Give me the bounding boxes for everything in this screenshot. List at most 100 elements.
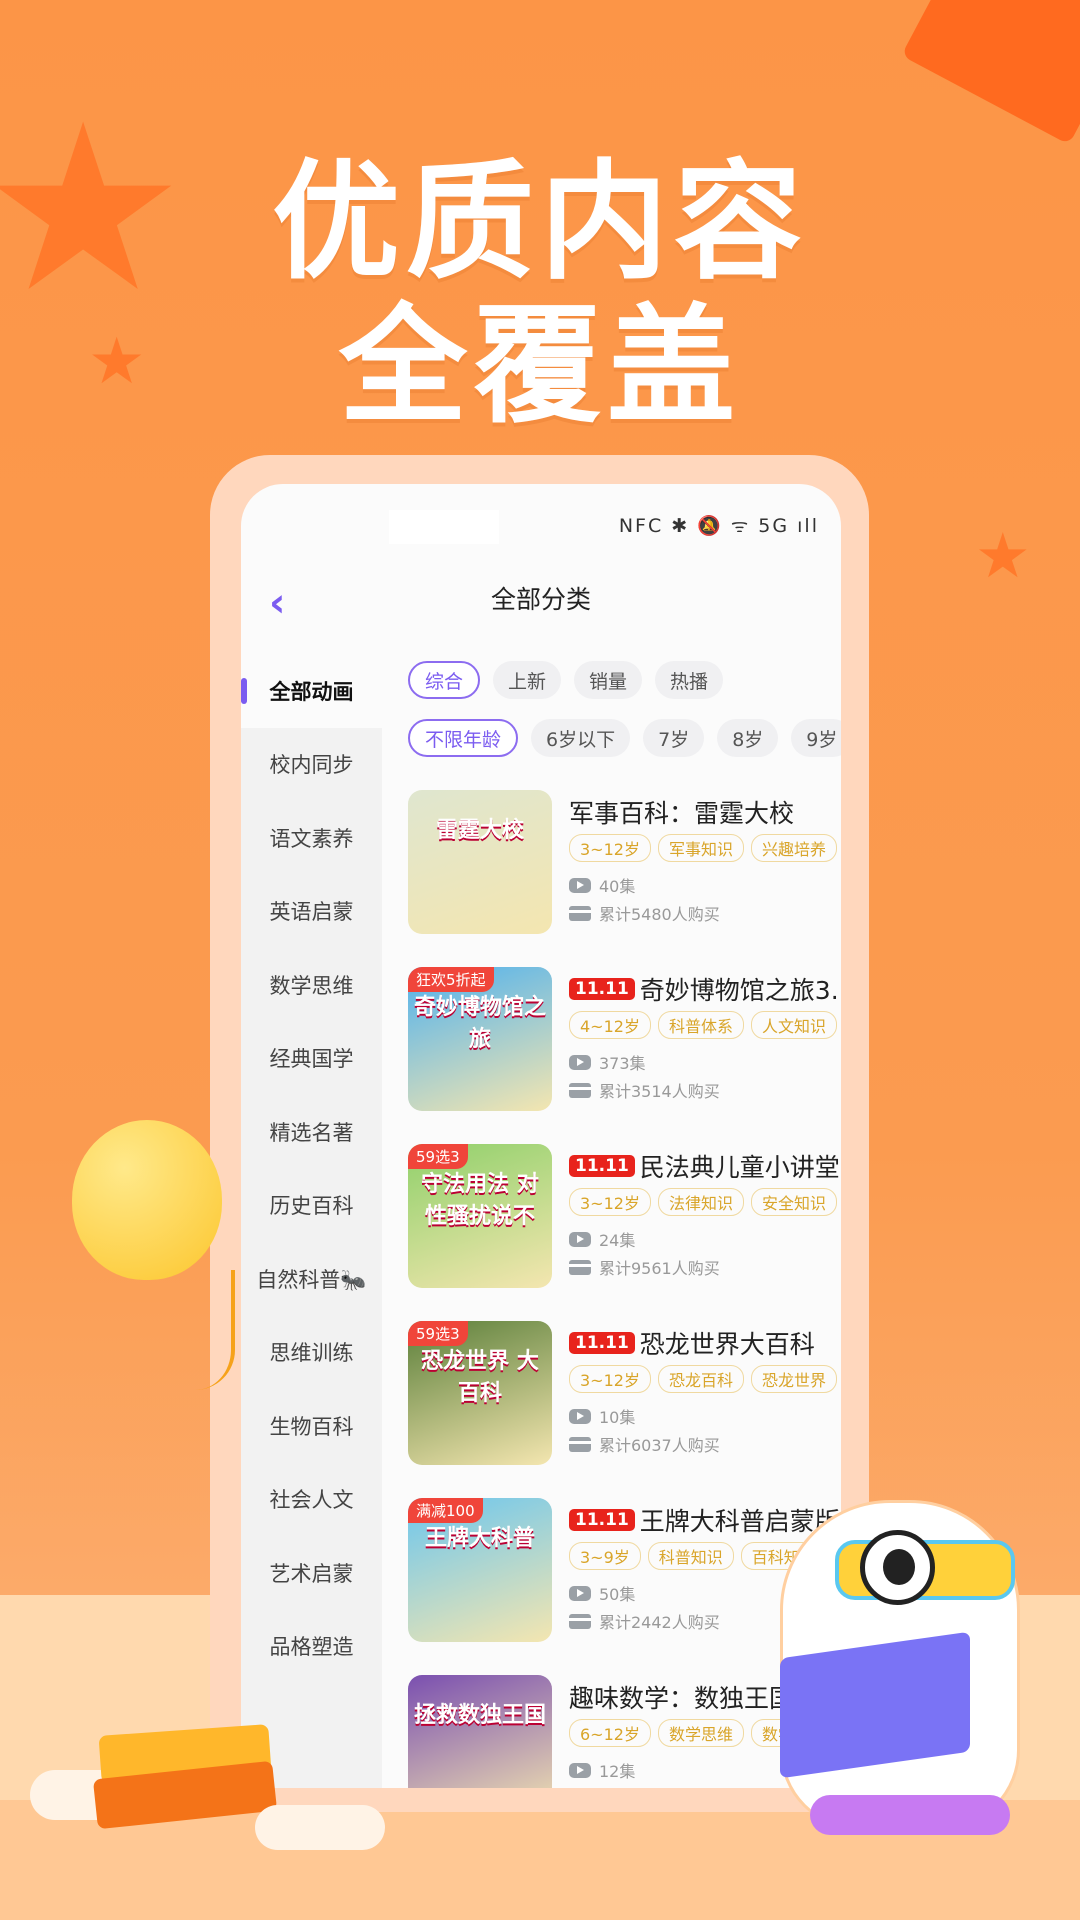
course-thumbnail[interactable]: 恐龙世界 大百科 59选3 [408, 1321, 552, 1465]
balloon-string [175, 1270, 235, 1390]
course-thumbnail[interactable]: 王牌大科普 满减100 [408, 1498, 552, 1642]
play-icon [569, 1054, 591, 1070]
sidebar-item[interactable]: 语文素养 [241, 801, 382, 875]
episode-count: 50集 [569, 1581, 635, 1605]
age-chip[interactable]: 不限年龄 [408, 719, 519, 757]
course-tag: 法律知识 [657, 1188, 744, 1216]
thumbnail-text: 雷霆大校 [435, 818, 524, 843]
cloud-decor [255, 1805, 385, 1850]
double-eleven-badge: 11.11 [569, 978, 635, 1000]
play-icon [569, 1762, 591, 1778]
sidebar-item[interactable]: 全部动画 [241, 654, 382, 728]
buyer-count: 累计6037人购买 [569, 1432, 720, 1456]
promo-badge: 满减100 [408, 1498, 483, 1523]
episode-count: 12集 [569, 1758, 635, 1782]
sidebar-item[interactable]: 数学思维 [241, 948, 382, 1022]
age-chip[interactable]: 6岁以下 [531, 719, 631, 757]
episode-text: 12集 [599, 1762, 636, 1781]
age-chip[interactable]: 8岁 [717, 719, 779, 757]
episode-text: 10集 [599, 1408, 636, 1427]
course-title: 11.11 奇妙博物馆之旅3... [569, 971, 841, 1007]
course-card[interactable]: 王牌大科普 满减100 11.11 王牌大科普启蒙版 3~9岁 科普知识 百科知识 50集 累计… [408, 1498, 841, 1648]
sidebar-item[interactable]: 自然科普🐜 [241, 1242, 382, 1316]
course-title-text: 军事百科：雷霆大校 [569, 799, 795, 828]
course-tag: 4~12岁 [569, 1011, 651, 1039]
buyer-text: 累计2442人购买 [599, 1613, 720, 1632]
sidebar-item[interactable]: 品格塑造 [241, 1610, 382, 1684]
course-thumbnail[interactable]: 奇妙博物馆之旅 狂欢5折起 [408, 967, 552, 1111]
status-bar-icons: NFC ✱ 🔕 ᯤ 5G ıll [618, 515, 819, 537]
episode-text: 373集 [599, 1054, 646, 1073]
course-tag: 科普知识 [647, 1542, 734, 1570]
course-tags: 3~12岁 法律知识 安全知识 [569, 1188, 837, 1216]
episode-count: 24集 [569, 1227, 635, 1251]
wallet-icon [569, 1082, 591, 1098]
sidebar-item[interactable]: 艺术启蒙 [241, 1536, 382, 1610]
course-card[interactable]: 拯救数独王国趣味数学：数独王国6~12岁数学思维数学启蒙12集 [408, 1675, 841, 1788]
course-tag: 数学思维 [657, 1719, 744, 1747]
wallet-icon [569, 1436, 591, 1452]
play-icon [569, 1231, 591, 1247]
play-icon [569, 877, 591, 893]
course-card[interactable]: 奇妙博物馆之旅 狂欢5折起 11.11 奇妙博物馆之旅3... 4~12岁 科普体系 人文知… [408, 967, 841, 1117]
sidebar-item[interactable]: 校内同步 [241, 728, 382, 802]
episode-text: 50集 [599, 1585, 636, 1604]
thumbnail-text: 奇妙博物馆之旅 [414, 995, 547, 1052]
course-thumbnail[interactable]: 拯救数独王国 [408, 1675, 552, 1788]
double-eleven-badge: 11.11 [569, 1332, 635, 1354]
age-chip[interactable]: 9岁 [791, 719, 841, 757]
course-title-text: 民法典儿童小讲堂 [639, 1153, 840, 1182]
wallet-icon [569, 1613, 591, 1629]
double-eleven-badge: 11.11 [569, 1155, 635, 1177]
sidebar-item[interactable]: 经典国学 [241, 1022, 382, 1096]
sort-chip[interactable]: 综合 [408, 661, 481, 699]
sidebar-item[interactable]: 社会人文 [241, 1463, 382, 1537]
age-chips: 不限年龄 6岁以下 7岁 8岁 9岁 [408, 719, 841, 757]
thumbnail-text: 守法用法 对性骚扰说不 [421, 1172, 539, 1229]
course-title: 11.11 民法典儿童小讲堂 [569, 1148, 841, 1184]
course-tag: 科普体系 [657, 1011, 744, 1039]
course-tag: 恐龙世界 [750, 1365, 837, 1393]
course-tag: 安全知识 [750, 1188, 837, 1216]
thumbnail-text: 恐龙世界 大百科 [421, 1349, 539, 1406]
course-card[interactable]: 雷霆大校 军事百科：雷霆大校 3~12岁 军事知识 兴趣培养 40集 累计5480人购买 [408, 790, 841, 940]
sidebar-item[interactable]: 精选名著 [241, 1095, 382, 1169]
course-title-text: 奇妙博物馆之旅3... [639, 976, 841, 1005]
course-tag: 军事知识 [657, 834, 744, 862]
sort-chip[interactable]: 销量 [574, 661, 643, 699]
promo-badge: 59选3 [408, 1144, 468, 1169]
promo-badge: 59选3 [408, 1321, 468, 1346]
episode-text: 40集 [599, 877, 636, 896]
sort-chip[interactable]: 上新 [493, 661, 562, 699]
course-tag: 兴趣培养 [750, 834, 837, 862]
course-tag: 3~12岁 [569, 1365, 651, 1393]
wallet-icon [569, 905, 591, 921]
hero-title-line2: 全覆盖 [338, 292, 741, 441]
course-card[interactable]: 守法用法 对性骚扰说不 59选3 11.11 民法典儿童小讲堂 3~12岁 法律知识 安全知… [408, 1144, 841, 1294]
category-sidebar: 全部动画 校内同步 语文素养 英语启蒙 数学思维 经典国学 精选名著 历史百科 自然科普🐜 思维训… [241, 654, 382, 1788]
robot-eye [860, 1530, 935, 1605]
age-chip[interactable]: 7岁 [643, 719, 705, 757]
camera-cutout [389, 510, 499, 544]
sidebar-item[interactable]: 历史百科 [241, 1169, 382, 1243]
course-thumbnail[interactable]: 雷霆大校 [408, 790, 552, 934]
course-tag: 6~12岁 [569, 1719, 651, 1747]
buyer-count: 累计3514人购买 [569, 1078, 720, 1102]
course-tags: 3~12岁 恐龙百科 恐龙世界 [569, 1365, 837, 1393]
course-title-text: 王牌大科普启蒙版 [639, 1507, 840, 1536]
wallet-icon [569, 1259, 591, 1275]
sidebar-item[interactable]: 思维训练 [241, 1316, 382, 1390]
buyer-text: 累计3514人购买 [599, 1082, 720, 1101]
buyer-count: 累计9561人购买 [569, 1255, 720, 1279]
sidebar-item[interactable]: 英语启蒙 [241, 875, 382, 949]
sort-chip[interactable]: 热播 [655, 661, 724, 699]
course-title: 11.11 王牌大科普启蒙版 [569, 1502, 841, 1538]
sidebar-item[interactable]: 生物百科 [241, 1389, 382, 1463]
course-title-text: 趣味数学：数独王国 [569, 1684, 795, 1713]
course-card[interactable]: 恐龙世界 大百科 59选3 11.11 恐龙世界大百科 3~12岁 恐龙百科 恐龙世界 10集… [408, 1321, 841, 1471]
episode-count: 40集 [569, 873, 635, 897]
robot-feet [810, 1795, 1010, 1835]
course-thumbnail[interactable]: 守法用法 对性骚扰说不 59选3 [408, 1144, 552, 1288]
thumbnail-text: 拯救数独王国 [414, 1703, 547, 1728]
double-eleven-badge: 11.11 [569, 1509, 635, 1531]
